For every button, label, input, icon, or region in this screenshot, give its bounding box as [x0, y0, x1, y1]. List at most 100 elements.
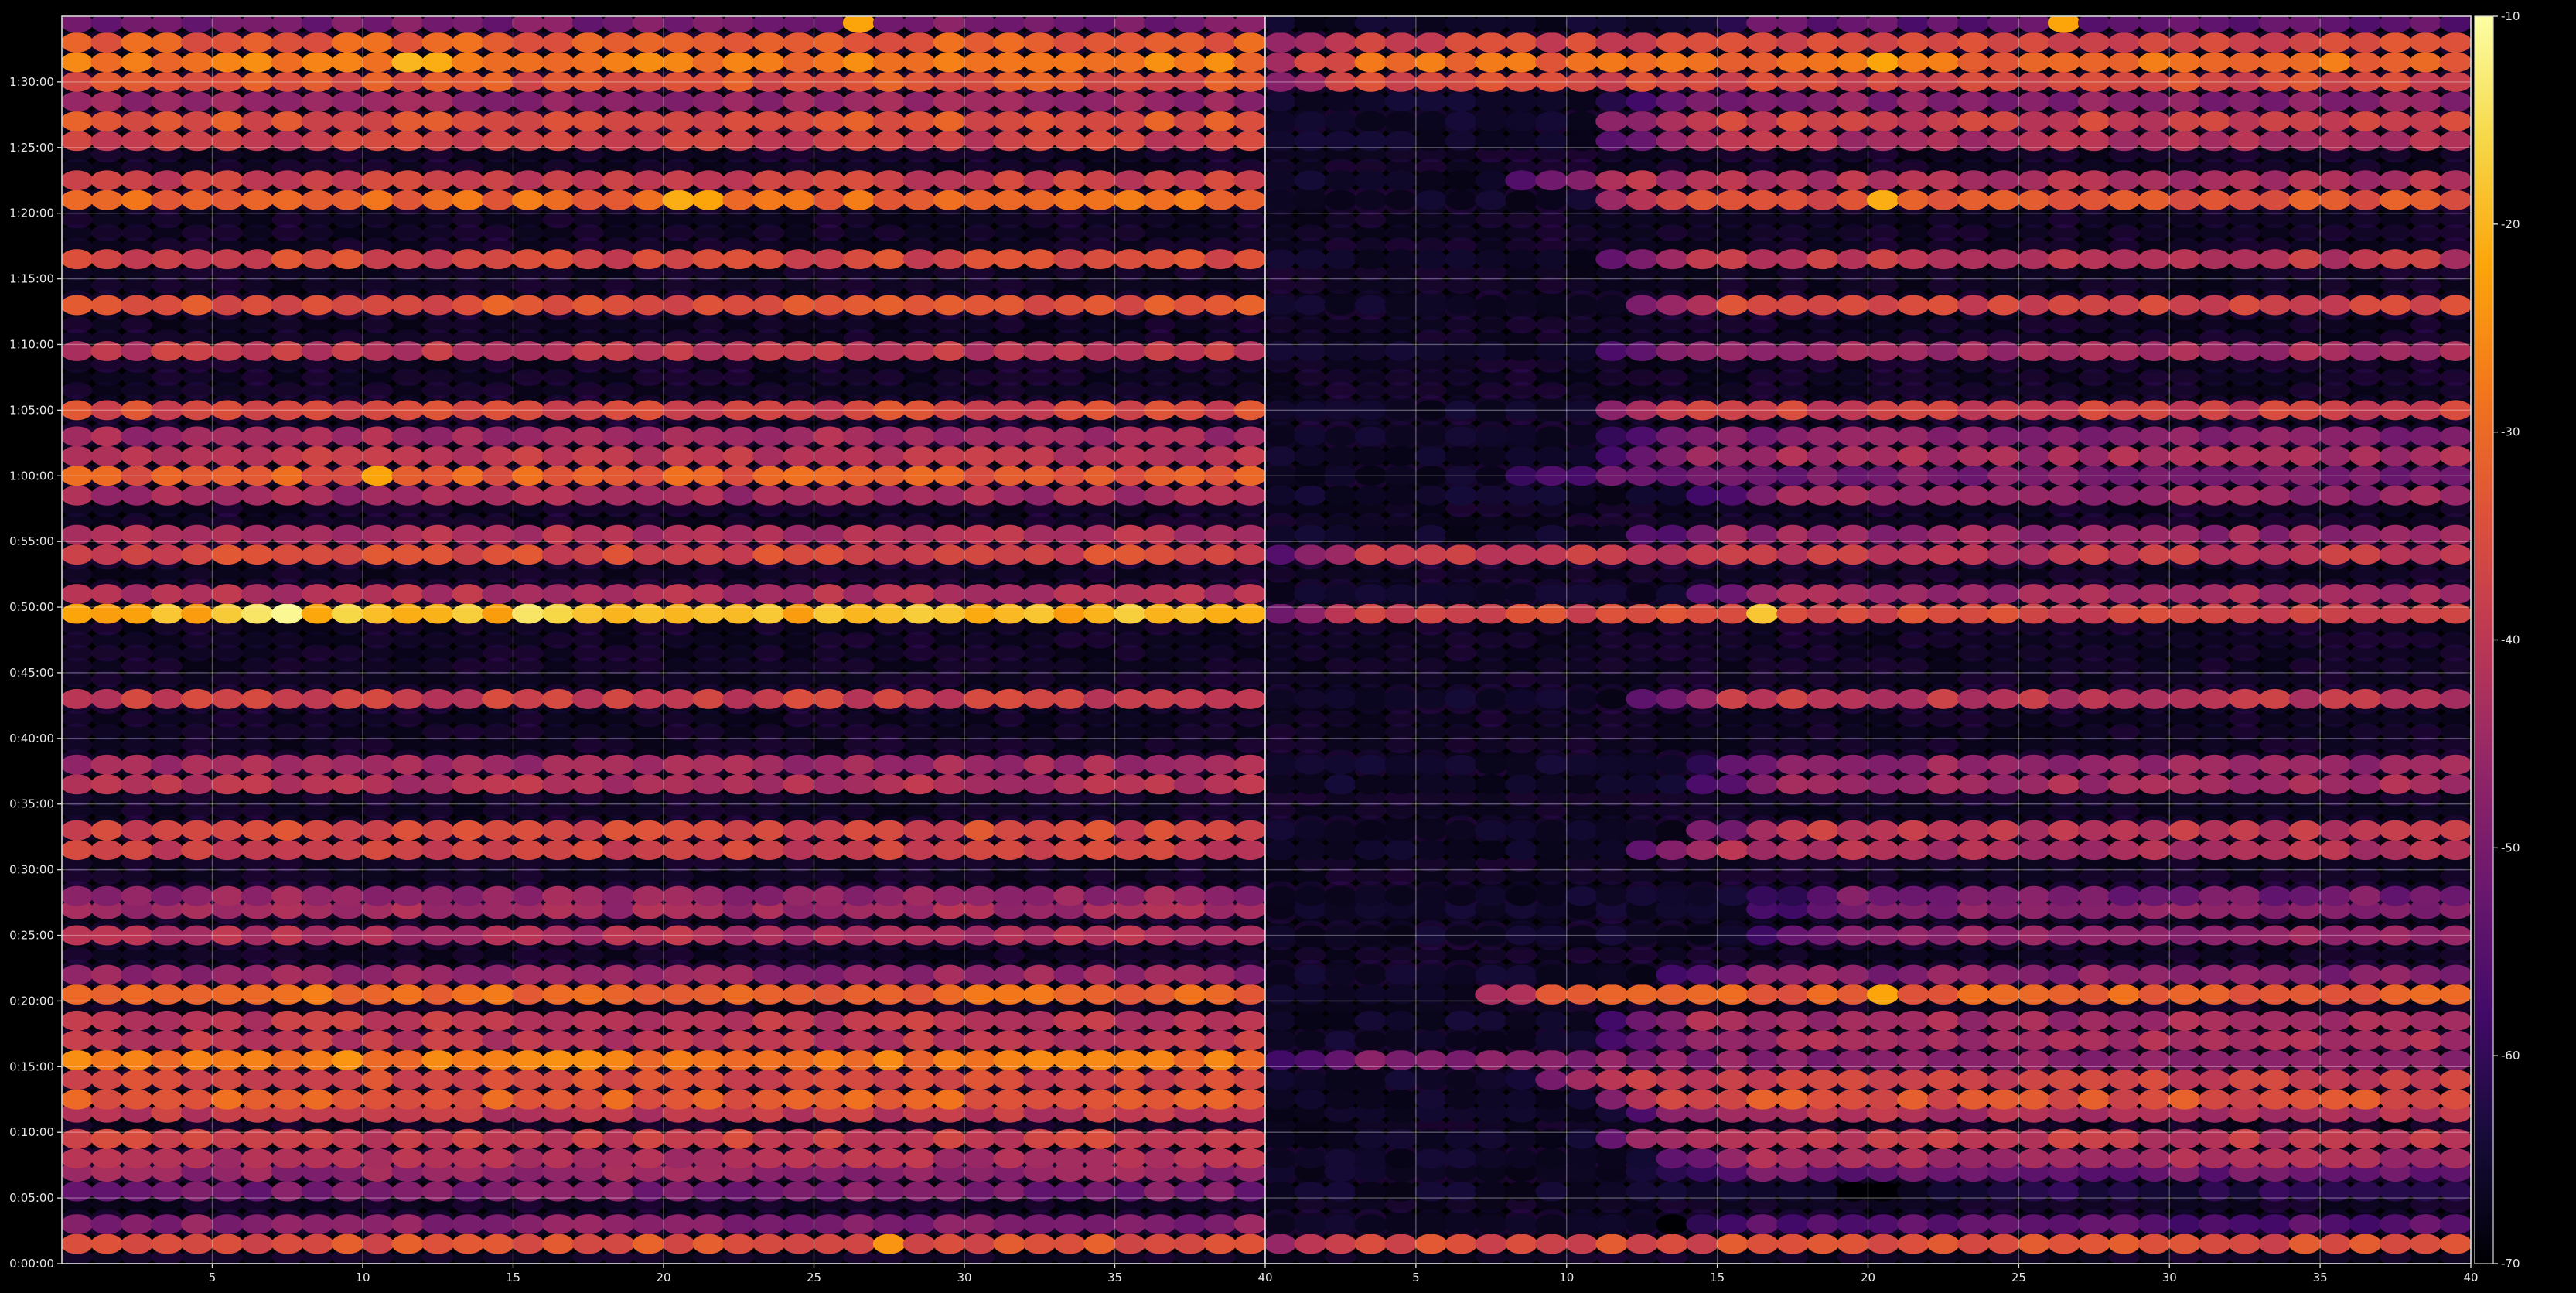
heatmap-cell [1233, 445, 1265, 466]
heatmap-cell [662, 445, 695, 466]
heatmap-cell [90, 544, 124, 565]
heatmap-cell [632, 1148, 665, 1169]
heatmap-cell [301, 688, 334, 709]
heatmap-cell [812, 445, 845, 466]
heatmap-cell [511, 584, 544, 605]
heatmap-cell [511, 445, 544, 466]
heatmap-cell [452, 426, 485, 447]
heatmap-cell [662, 964, 695, 985]
heatmap-cell [482, 688, 515, 709]
heatmap-cell [331, 1214, 364, 1235]
heatmap-cell [1233, 1148, 1265, 1169]
heatmap-cell [783, 1148, 816, 1169]
heatmap-cell [993, 1233, 1026, 1254]
heatmap-cell [121, 964, 154, 985]
heatmap-cell [571, 1070, 605, 1090]
heatmap-cell [842, 544, 875, 565]
heatmap-cell [632, 754, 665, 775]
heatmap-cell [842, 820, 875, 841]
heatmap-cell [511, 885, 544, 906]
heatmap-cell [842, 1070, 875, 1090]
heatmap-cell [722, 1148, 756, 1169]
heatmap-cell [121, 426, 154, 447]
heatmap-cell [452, 840, 485, 861]
heatmap-cell [121, 840, 154, 861]
heatmap-cell [692, 584, 725, 605]
heatmap-cell [541, 445, 575, 466]
heatmap-cell [1083, 885, 1117, 906]
heatmap-cell [121, 820, 154, 841]
heatmap-cell [361, 774, 394, 795]
heatmap-cell [241, 485, 274, 506]
heatmap-cell [1053, 1089, 1087, 1110]
heatmap-cell [391, 485, 425, 506]
heatmap-cell [452, 1214, 485, 1235]
heatmap-cell [1143, 1148, 1176, 1169]
heatmap-cell [210, 774, 244, 795]
heatmap-cell [452, 1030, 485, 1051]
heatmap-cell [692, 1148, 725, 1169]
heatmap-cell [511, 544, 544, 565]
heatmap-cell [1023, 688, 1056, 709]
heatmap-cell [482, 1233, 515, 1254]
heatmap-cell [662, 1010, 695, 1031]
heatmap-cell [151, 1214, 184, 1235]
heatmap-cell [902, 445, 936, 466]
heatmap-cell [1173, 584, 1206, 605]
heatmap-cell [1113, 885, 1146, 906]
heatmap-cell [331, 1030, 364, 1051]
heatmap-cell [692, 1233, 725, 1254]
heatmap-cell [752, 1070, 786, 1090]
heatmap-cell [632, 485, 665, 506]
heatmap-cell [872, 1148, 906, 1169]
heatmap-cell [933, 544, 966, 565]
heatmap-cell [602, 820, 635, 841]
heatmap-cell [181, 445, 214, 466]
heatmap-cell [1233, 754, 1265, 775]
heatmap-cell [62, 1214, 94, 1235]
heatmap-cell [1023, 1233, 1056, 1254]
heatmap-cell [571, 885, 605, 906]
heatmap-cell [963, 485, 996, 506]
heatmap-cell [872, 1233, 906, 1254]
heatmap-cell [872, 820, 906, 841]
heatmap-cell [241, 964, 274, 985]
heatmap-cell [1203, 774, 1237, 795]
heatmap-cell [1113, 840, 1146, 861]
heatmap-cell [872, 584, 906, 605]
heatmap-cell [842, 1030, 875, 1051]
heatmap-cell [602, 754, 635, 775]
heatmap-cell [121, 885, 154, 906]
heatmap-cell [452, 820, 485, 841]
heatmap-cell [421, 754, 455, 775]
heatmap-cell [933, 1233, 966, 1254]
heatmap-cell [842, 885, 875, 906]
heatmap-cell [812, 1010, 845, 1031]
heatmap-cell [1173, 774, 1206, 795]
heatmap-cell [482, 485, 515, 506]
heatmap-cell [331, 820, 364, 841]
heatmap-cell [632, 820, 665, 841]
heatmap-cell [241, 1214, 274, 1235]
heatmap-cell [452, 885, 485, 906]
heatmap-cell [1023, 426, 1056, 447]
heatmap-cell [1083, 820, 1117, 841]
heatmap-cell [181, 584, 214, 605]
heatmap-cell [993, 1089, 1026, 1110]
heatmap-cell [1173, 820, 1206, 841]
heatmap-cell [902, 820, 936, 841]
heatmap-cell [301, 754, 334, 775]
heatmap-cell [1023, 1214, 1056, 1235]
heatmap-cell [331, 840, 364, 861]
heatmap-cell [1083, 485, 1117, 506]
spectrogram-figure: 0:00:000:05:000:10:000:15:000:20:000:25:… [0, 0, 2576, 1293]
heatmap-cell [812, 1233, 845, 1254]
heatmap-cell [842, 445, 875, 466]
heatmap-cell [662, 820, 695, 841]
heatmap-cell [391, 688, 425, 709]
heatmap-cell [391, 840, 425, 861]
heatmap-cell [421, 820, 455, 841]
heatmap-cell [1173, 1030, 1206, 1051]
heatmap-cell [271, 544, 304, 565]
heatmap-cell [331, 445, 364, 466]
